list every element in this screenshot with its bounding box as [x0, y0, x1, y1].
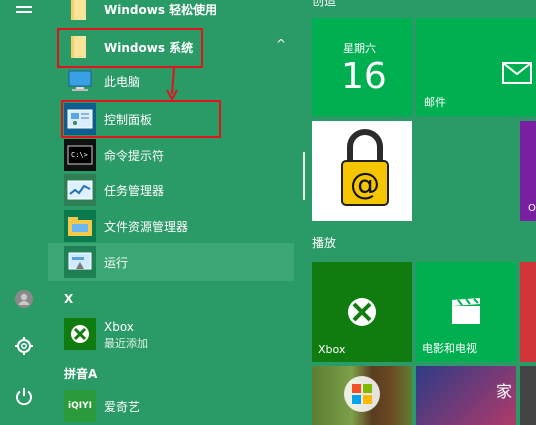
partial-tile-right-3[interactable]	[520, 366, 536, 425]
calendar-tile[interactable]: 星期六 16	[312, 18, 412, 116]
game-tile[interactable]: 家	[416, 366, 516, 425]
padlock-email-icon: @	[338, 127, 392, 213]
app-item-run[interactable]: 运行	[48, 243, 294, 281]
annotation-box-control-panel	[61, 100, 221, 138]
app-label: 命令提示符	[104, 148, 165, 163]
start-left-rail	[0, 0, 48, 425]
tile-group-header-play[interactable]: 播放	[312, 234, 336, 251]
section-header-x[interactable]: X	[64, 292, 73, 306]
app-label: 任务管理器	[104, 183, 165, 198]
annotation-arrow	[166, 67, 180, 104]
mail-tile[interactable]: 邮件	[416, 18, 536, 116]
movies-tv-tile[interactable]: 电影和电视	[416, 262, 516, 362]
partial-tile-letter: O	[528, 203, 536, 214]
run-icon	[64, 246, 96, 278]
app-label: 爱奇艺	[104, 399, 141, 414]
xbox-tile-label: Xbox	[318, 343, 346, 356]
app-label: 运行	[104, 255, 129, 270]
annotation-box-windows-system	[57, 28, 203, 68]
folder-icon	[64, 0, 96, 25]
app-item-task-manager[interactable]: 任务管理器	[48, 171, 294, 209]
partial-tile-right-2[interactable]	[520, 262, 536, 362]
mail-tile-label: 邮件	[424, 96, 446, 109]
app-sublabel: 最近添加	[104, 337, 148, 350]
xbox-tile[interactable]: Xbox	[312, 262, 412, 362]
app-label: Windows 轻松使用	[104, 2, 218, 17]
film-clapper-icon	[450, 296, 482, 330]
app-label: Xbox	[104, 320, 134, 334]
menu-icon[interactable]	[12, 0, 36, 24]
xbox-logo-icon	[346, 296, 378, 332]
section-header-pinyin-a[interactable]: 拼音A	[64, 365, 97, 382]
mail-icon	[502, 62, 532, 88]
iqiyi-icon: iQIYI	[64, 390, 96, 422]
app-item-file-explorer[interactable]: 文件资源管理器	[48, 207, 294, 245]
windows-logo-watermark-icon	[342, 374, 382, 418]
file-explorer-icon	[64, 210, 96, 242]
app-item-xbox[interactable]: Xbox 最近添加	[48, 313, 294, 357]
svg-text:@: @	[350, 167, 380, 202]
power-icon[interactable]	[12, 384, 36, 408]
minecraft-tile[interactable]	[312, 366, 412, 425]
collapse-chevron-icon[interactable]: ^	[276, 37, 286, 51]
cmd-icon: C:\>	[64, 139, 96, 171]
calendar-day: 16	[341, 56, 387, 97]
iqiyi-logo-text: iQIYI	[68, 401, 92, 411]
movies-tile-label: 电影和电视	[422, 342, 477, 355]
user-icon[interactable]	[12, 287, 36, 311]
watermark-text: 家	[496, 382, 513, 401]
task-manager-icon	[64, 174, 96, 206]
app-item-ease-of-access-folder[interactable]: Windows 轻松使用	[48, 0, 294, 28]
app-list: Windows 轻松使用 Windows 系统 ^ 此电脑 控制面板 C:\> …	[48, 0, 294, 425]
secure-app-tile[interactable]: @	[312, 121, 412, 221]
partial-tile-right[interactable]: O	[520, 121, 536, 221]
app-list-scrollbar[interactable]	[303, 152, 305, 200]
app-label: 文件资源管理器	[104, 219, 189, 234]
calendar-weekday: 星期六	[343, 42, 376, 55]
computer-icon	[64, 65, 96, 97]
app-item-iqiyi[interactable]: iQIYI 爱奇艺	[48, 387, 294, 425]
tile-group-header-top[interactable]: 创造	[312, 0, 336, 9]
svg-text:C:\>: C:\>	[71, 151, 88, 159]
app-label: 此电脑	[104, 74, 141, 89]
xbox-icon	[64, 318, 96, 350]
settings-icon[interactable]	[12, 334, 36, 358]
app-item-command-prompt[interactable]: C:\> 命令提示符	[48, 136, 294, 174]
